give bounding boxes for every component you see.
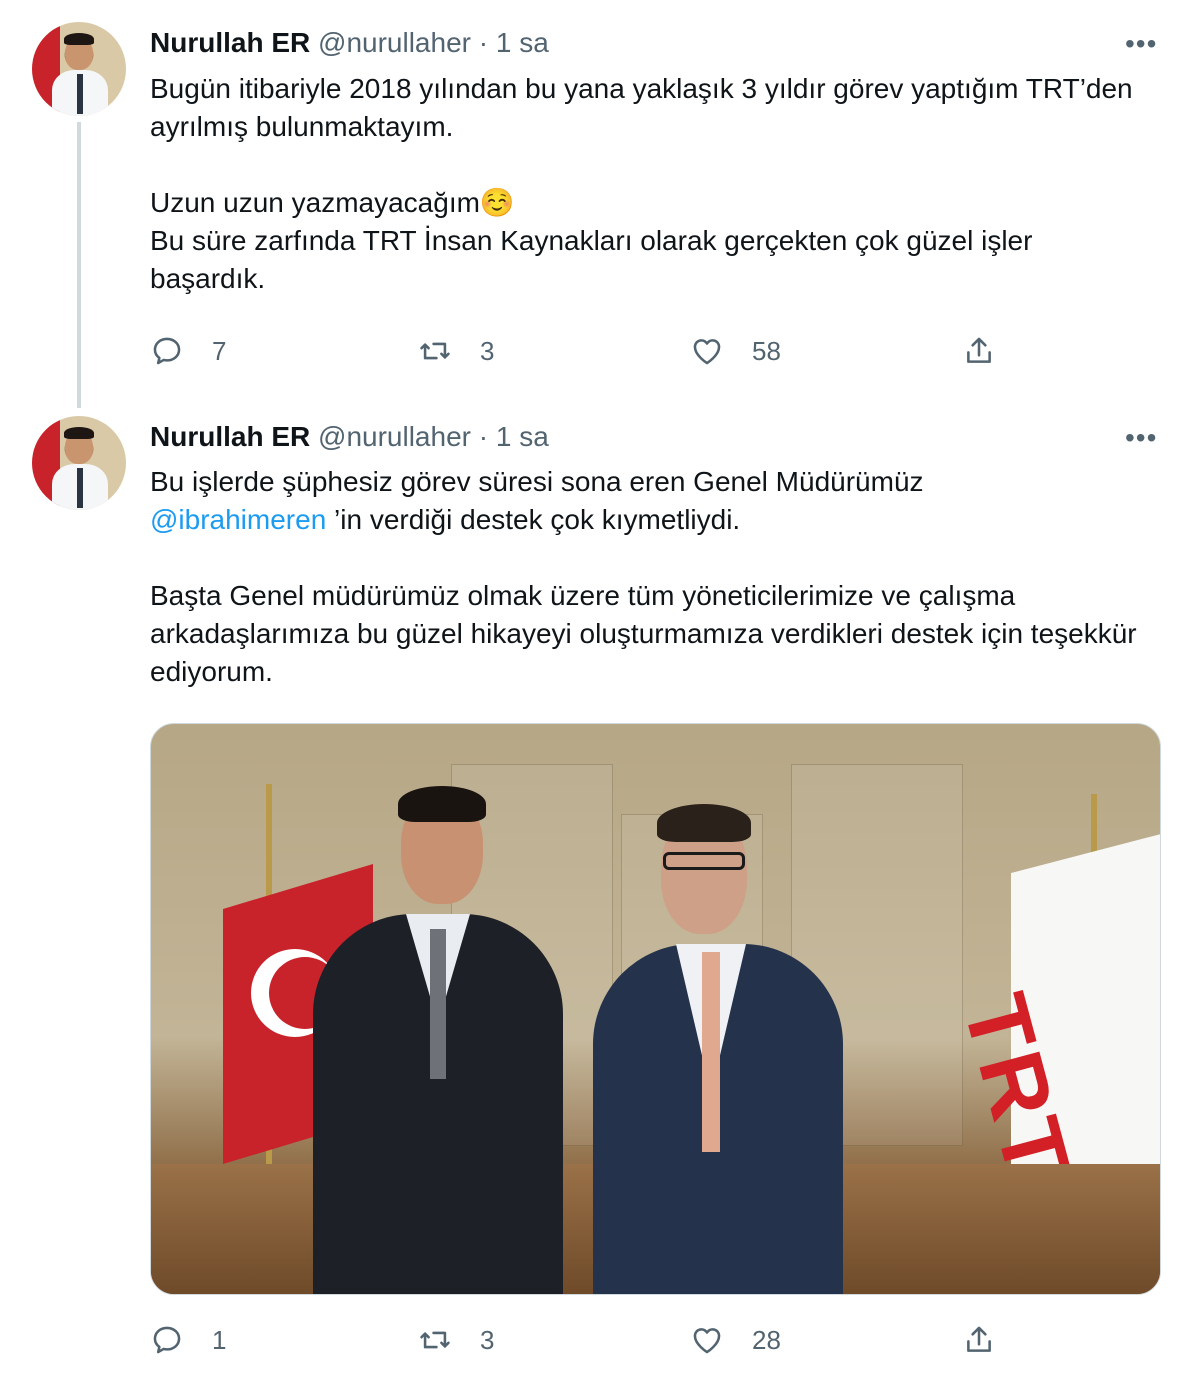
separator-dot: ·: [478, 27, 489, 58]
author-handle[interactable]: @nurullaher: [318, 27, 471, 58]
reply-button[interactable]: 7: [150, 331, 226, 371]
tweet-paragraph: Bu süre zarfında TRT İnsan Kaynakları ol…: [150, 225, 1033, 294]
author-name[interactable]: Nurullah ER: [150, 421, 310, 452]
reply-icon: [153, 1326, 181, 1354]
share-button[interactable]: [962, 1320, 996, 1360]
tweet-header: Nurullah ER @nurullaher · 1 sa: [150, 26, 549, 60]
like-button[interactable]: 28: [690, 1320, 781, 1360]
retweet-icon: [420, 1331, 450, 1349]
mention-link[interactable]: @ibrahimeren: [150, 504, 326, 535]
tweet-text: Bu işlerde şüphesiz görev süresi sona er…: [150, 463, 1150, 691]
tweet-paragraph: Uzun uzun yazmayacağım☺️: [150, 187, 515, 218]
timestamp[interactable]: 1 sa: [496, 27, 549, 58]
more-icon[interactable]: •••: [1125, 424, 1161, 452]
tweet-text: Bugün itibariyle 2018 yılından bu yana y…: [150, 70, 1150, 298]
retweet-count: 3: [480, 335, 495, 366]
reply-count: 1: [212, 1324, 227, 1355]
person-right-hair: [657, 804, 751, 842]
mention-suffix: ’in verdiği destek çok kıymetliydi.: [326, 504, 741, 535]
thread-connector-line: [77, 122, 81, 408]
retweet-button[interactable]: 3: [418, 331, 494, 371]
reply-count: 7: [212, 335, 227, 366]
person-left-hair: [398, 786, 486, 822]
like-count: 58: [752, 335, 781, 366]
retweet-icon: [420, 342, 450, 360]
retweet-count: 3: [480, 1324, 495, 1355]
author-name[interactable]: Nurullah ER: [150, 27, 310, 58]
more-icon[interactable]: •••: [1125, 30, 1161, 58]
tweet-paragraph: Başta Genel müdürümüz olmak üzere tüm yö…: [150, 580, 1137, 687]
like-button[interactable]: 58: [690, 331, 781, 371]
tweet-actions: 1 3 28: [150, 1320, 1160, 1360]
share-icon: [967, 1326, 991, 1352]
person-right-tie: [702, 952, 720, 1152]
timestamp[interactable]: 1 sa: [496, 421, 549, 452]
tweet-paragraph: Bugün itibariyle 2018 yılından bu yana y…: [150, 73, 1133, 142]
separator-dot: ·: [478, 421, 489, 452]
tweet-paragraph: @ibrahimeren ’in verdiği destek çok kıym…: [150, 501, 1150, 539]
retweet-button[interactable]: 3: [418, 1320, 494, 1360]
reply-icon: [153, 337, 181, 365]
tweet-header: Nurullah ER @nurullaher · 1 sa: [150, 420, 549, 454]
person-right-glasses: [663, 852, 745, 870]
like-icon: [693, 339, 721, 365]
like-icon: [693, 1328, 721, 1354]
tweet-actions: 7 3 58: [150, 331, 1160, 371]
share-icon: [967, 337, 991, 363]
like-count: 28: [752, 1324, 781, 1355]
tweet-paragraph: Bu işlerde şüphesiz görev süresi sona er…: [150, 466, 924, 497]
avatar[interactable]: [32, 22, 126, 116]
share-button[interactable]: [962, 331, 996, 371]
author-handle[interactable]: @nurullaher: [318, 421, 471, 452]
reply-button[interactable]: 1: [150, 1320, 226, 1360]
person-left-tie: [430, 929, 446, 1079]
tweet-photo[interactable]: TRT: [150, 723, 1161, 1295]
avatar[interactable]: [32, 416, 126, 510]
